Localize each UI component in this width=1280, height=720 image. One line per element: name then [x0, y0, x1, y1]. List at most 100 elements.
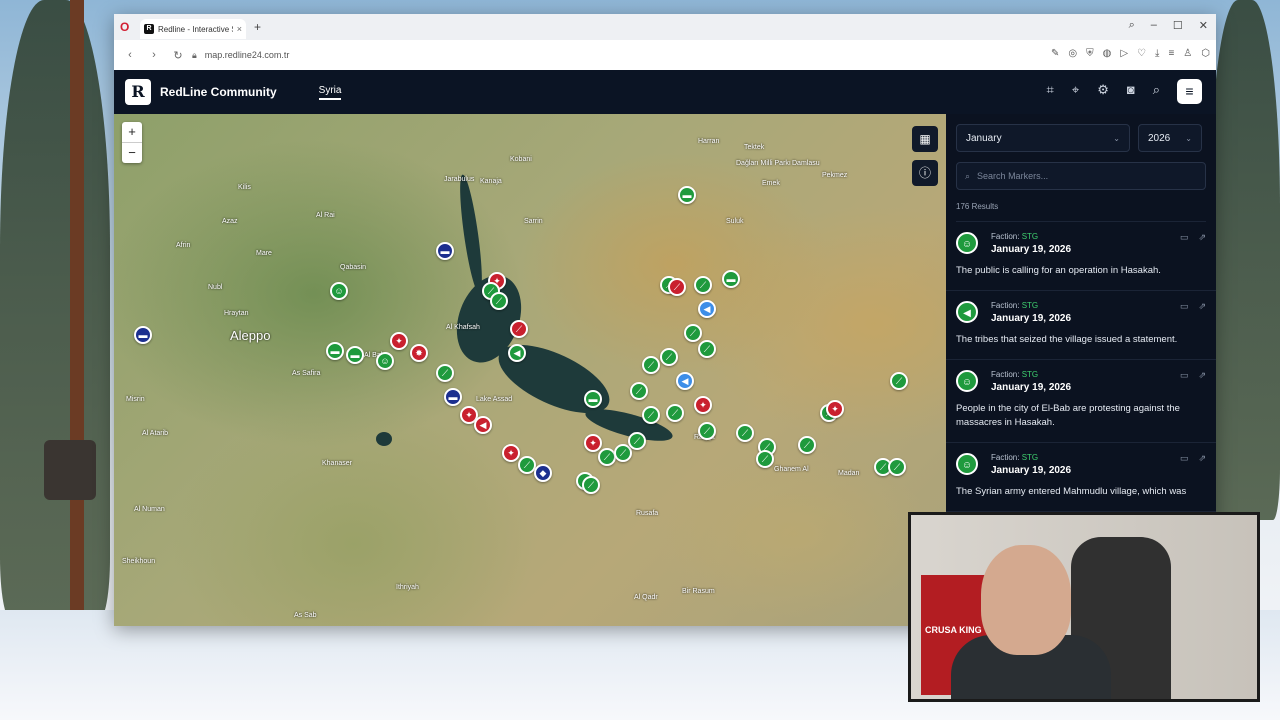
year-select[interactable]: 2026 ⌄ — [1138, 124, 1202, 152]
faction-name: STG — [1021, 453, 1039, 462]
settings-gear-icon[interactable]: ⚙ — [1097, 82, 1109, 98]
zoom-in-button[interactable]: + — [122, 122, 142, 142]
rifle-marker-icon[interactable]: ⟋ — [698, 422, 716, 440]
video-icon[interactable]: ▭ — [1180, 232, 1189, 243]
new-tab-button[interactable]: + — [254, 20, 261, 34]
tab-close-icon[interactable]: × — [237, 24, 242, 34]
attack-marker-icon[interactable]: ✦ — [826, 400, 844, 418]
vehicle-marker-icon[interactable]: ▬ — [584, 390, 602, 408]
camera-icon[interactable]: ◙ — [1127, 82, 1135, 98]
people-marker-icon[interactable]: ☺ — [376, 352, 394, 370]
external-link-icon[interactable]: ⇗ — [1198, 453, 1206, 464]
rifle-marker-icon[interactable]: ⟋ — [436, 364, 454, 382]
rifle-marker-icon[interactable]: ⟋ — [684, 324, 702, 342]
vpn-icon[interactable]: ◍ — [1103, 48, 1112, 59]
marker-list-item[interactable]: ◀ Faction: STG January 19, 2026 ▭ ⇗ The … — [946, 301, 1216, 360]
attack-marker-icon[interactable]: ✦ — [584, 434, 602, 452]
url-field[interactable]: map.redline24.com.tr — [205, 50, 290, 60]
download-icon[interactable]: ⤓ — [1155, 48, 1159, 59]
reload-icon[interactable]: ↻ — [170, 49, 186, 62]
list-icon[interactable]: ≡ — [1168, 48, 1174, 59]
map-layers-button[interactable]: ▦ — [912, 126, 938, 152]
location-pin-icon[interactable]: ⌖ — [1072, 82, 1079, 98]
rifle-marker-icon[interactable]: ⟋ — [490, 292, 508, 310]
attack-marker-icon[interactable]: ✦ — [502, 444, 520, 462]
rifle-marker-icon[interactable]: ⟋ — [582, 476, 600, 494]
webcam-overlay: CRUSA KING — [908, 512, 1260, 702]
marker-list-item[interactable]: ☺ Faction: STG January 19, 2026 ▭ ⇗ The … — [946, 453, 1216, 512]
marker-list-item[interactable]: ☺ Faction: STG January 19, 2026 ▭ ⇗ Peop… — [946, 370, 1216, 443]
search-icon[interactable]: ⌕ — [1153, 82, 1160, 98]
brand-name[interactable]: RedLine Community — [160, 85, 277, 99]
opera-logo-icon[interactable]: O — [120, 21, 132, 33]
city-label: Pekmez — [822, 172, 848, 179]
video-icon[interactable]: ▭ — [1180, 370, 1189, 381]
rifle-marker-icon[interactable]: ⟋ — [642, 356, 660, 374]
rifle-marker-icon[interactable]: ⟋ — [890, 372, 908, 390]
vehicle-marker-icon[interactable]: ▬ — [326, 342, 344, 360]
rifle-marker-icon[interactable]: ⟋ — [888, 458, 906, 476]
external-link-icon[interactable]: ⇗ — [1198, 370, 1206, 381]
people-marker-icon[interactable]: ☺ — [330, 282, 348, 300]
rifle-marker-icon[interactable]: ⟋ — [630, 382, 648, 400]
megaphone-marker-icon[interactable]: ◀ — [676, 372, 694, 390]
rifle-marker-icon[interactable]: ⟋ — [628, 432, 646, 450]
vehicle-marker-icon[interactable]: ▬ — [678, 186, 696, 204]
close-window-icon[interactable]: ✕ — [1199, 19, 1208, 32]
video-icon[interactable]: ▭ — [1180, 453, 1189, 464]
vehicle-marker-icon[interactable]: ▬ — [436, 242, 454, 260]
search-markers-input[interactable]: ⌕ Search Markers... — [956, 162, 1206, 190]
external-link-icon[interactable]: ⇗ — [1198, 301, 1206, 312]
tag-icon[interactable]: ⌗ — [1047, 82, 1054, 98]
city-label: Nubl — [208, 284, 223, 291]
extension-icon[interactable]: ⬡ — [1201, 48, 1210, 59]
video-icon[interactable]: ▭ — [1180, 301, 1189, 312]
zoom-out-button[interactable]: − — [122, 142, 142, 163]
vehicle-marker-icon[interactable]: ▬ — [722, 270, 740, 288]
rifle-marker-icon[interactable]: ⟋ — [798, 436, 816, 454]
forward-icon[interactable]: › — [146, 49, 162, 61]
search-tabs-icon[interactable]: ⌕ — [1129, 19, 1135, 32]
attack-marker-icon[interactable]: ✦ — [694, 396, 712, 414]
maximize-icon[interactable]: ☐ — [1173, 19, 1183, 32]
rifle-marker-icon[interactable]: ⟋ — [642, 406, 660, 424]
rifle-marker-icon[interactable]: ⟋ — [666, 404, 684, 422]
play-icon[interactable]: ▷ — [1120, 48, 1128, 59]
rifle-marker-icon[interactable]: ⟋ — [756, 450, 774, 468]
medal-marker-icon[interactable]: ◆ — [534, 464, 552, 482]
lock-icon[interactable]: 🔒︎ — [192, 50, 197, 61]
vehicle-marker-icon[interactable]: ▬ — [134, 326, 152, 344]
faction-row: Faction: STG — [991, 453, 1039, 462]
minimize-icon[interactable]: – — [1151, 19, 1157, 32]
shield-icon[interactable]: ⛨ — [1086, 48, 1094, 59]
nav-link-syria[interactable]: Syria — [318, 85, 342, 100]
vehicle-marker-icon[interactable]: ▬ — [346, 346, 364, 364]
vehicle-marker-icon[interactable]: ▬ — [444, 388, 462, 406]
megaphone-marker-icon[interactable]: ◀ — [508, 344, 526, 362]
rifle-marker-icon[interactable]: ⟋ — [660, 348, 678, 366]
hamburger-menu-button[interactable]: ≡ — [1177, 79, 1202, 104]
rifle-marker-icon[interactable]: ⟋ — [510, 320, 528, 338]
rifle-marker-icon[interactable]: ⟋ — [736, 424, 754, 442]
explosion-marker-icon[interactable]: ✸ — [410, 344, 428, 362]
tree-left — [0, 0, 110, 620]
browser-tab[interactable]: R Redline - Interactive Strat × — [140, 19, 246, 39]
month-select[interactable]: January ⌄ — [956, 124, 1130, 152]
redline-logo[interactable]: R — [125, 79, 151, 105]
info-button[interactable]: ⓘ — [912, 160, 938, 186]
edit-icon[interactable]: ✎ — [1051, 48, 1059, 59]
rifle-marker-icon[interactable]: ⟋ — [694, 276, 712, 294]
map-view[interactable]: + − ▦ ⓘ Aleppo Jarabulus Kobani Harran K… — [114, 114, 946, 626]
external-link-icon[interactable]: ⇗ — [1198, 232, 1206, 243]
marker-list-item[interactable]: ☺ Faction: STG January 19, 2026 ▭ ⇗ The … — [946, 232, 1216, 291]
rifle-marker-icon[interactable]: ⟋ — [698, 340, 716, 358]
megaphone-marker-icon[interactable]: ◀ — [474, 416, 492, 434]
rifle-marker-icon[interactable]: ⟋ — [668, 278, 686, 296]
city-label: Khanaser — [322, 460, 352, 467]
attack-marker-icon[interactable]: ✦ — [390, 332, 408, 350]
camera-icon[interactable]: ◎ — [1068, 48, 1077, 59]
profile-icon[interactable]: ♙ — [1183, 48, 1192, 59]
heart-icon[interactable]: ♡ — [1137, 48, 1146, 59]
megaphone-marker-icon[interactable]: ◀ — [698, 300, 716, 318]
back-icon[interactable]: ‹ — [122, 49, 138, 61]
